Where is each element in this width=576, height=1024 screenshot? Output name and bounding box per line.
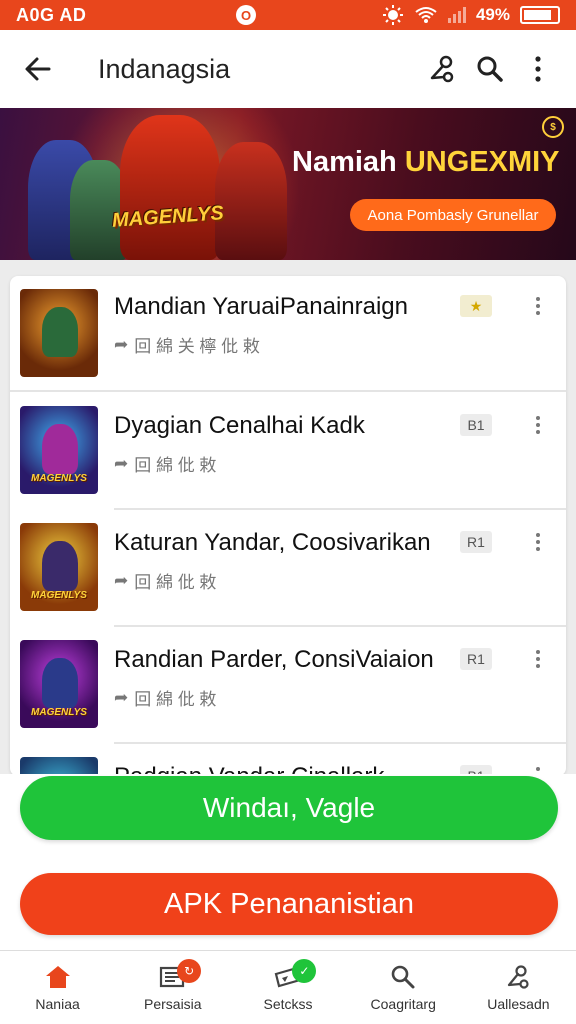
bottom-navigation: Naniaa ↻ Persaisia ✓ Setckss Coagritarg bbox=[0, 950, 576, 1024]
item-title: Randian Parder, ConsiVaiaion bbox=[114, 646, 434, 673]
item-title: Mandian YaruaiPanainraign bbox=[114, 293, 408, 320]
item-meta-text: 回 綿 关 檸 仳 敕 bbox=[134, 337, 260, 356]
item-meta-text: 回 綿 仳 敕 bbox=[134, 456, 217, 475]
thumbnail-logo-graphic: MAGENLYS bbox=[31, 473, 87, 484]
search-button[interactable] bbox=[466, 45, 514, 93]
battery-fill bbox=[524, 10, 552, 20]
search-icon bbox=[391, 965, 415, 988]
item-meta-text: 回 綿 仳 敕 bbox=[134, 690, 217, 709]
game-thumbnail: MAGENLYS bbox=[20, 406, 98, 494]
game-thumbnail: MAGENLYS bbox=[20, 640, 98, 728]
game-list: Mandian YaruaiPanainraign ➦ 回 綿 关 檸 仳 敕 … bbox=[10, 276, 566, 776]
tag-icon: ➦ bbox=[114, 687, 129, 707]
list-item[interactable]: MAGENLYS Dyagian Cenalhai Kadk ➦ 回 綿 仳 敕… bbox=[10, 393, 566, 510]
tag-icon: ➦ bbox=[114, 570, 129, 590]
item-meta-text: 回 綿 仳 敕 bbox=[134, 573, 217, 592]
banner-title-main: Namiah bbox=[292, 146, 405, 178]
thumbnail-figure bbox=[42, 658, 78, 708]
search-icon bbox=[477, 56, 503, 82]
thumbnail-figure bbox=[42, 307, 78, 357]
item-badge: B1 bbox=[460, 414, 492, 436]
nav-item-news[interactable]: ↻ Persaisia bbox=[115, 951, 230, 1024]
item-badge: ★ bbox=[460, 295, 492, 317]
nav-label: Uallesadn bbox=[487, 995, 550, 1012]
hero-figure-right bbox=[215, 142, 287, 260]
notification-badge-icon: ↻ bbox=[177, 959, 202, 983]
banner-title-accent: UNGEXMIY bbox=[404, 146, 560, 178]
thumbnail-figure bbox=[42, 424, 78, 474]
nav-label: Setckss bbox=[263, 995, 313, 1012]
banner-badge-icon: $ bbox=[542, 116, 564, 138]
thumbnail-logo-graphic: MAGENLYS bbox=[31, 707, 87, 718]
brightness-icon bbox=[382, 5, 403, 25]
thumbnail-logo-graphic: MAGENLYS bbox=[31, 590, 87, 601]
item-title: Katuran Yandar, Coosivarikan bbox=[114, 529, 431, 556]
nav-label: Persaisia bbox=[144, 995, 202, 1012]
hero-figure-center bbox=[120, 115, 220, 260]
tag-icon: ➦ bbox=[114, 453, 129, 473]
item-badge: R1 bbox=[460, 648, 492, 670]
more-options-button[interactable] bbox=[514, 45, 562, 93]
nav-label: Coagritarg bbox=[370, 995, 436, 1012]
list-item[interactable]: MAGENLYS Randian Parder, ConsiVaiaion ➦ … bbox=[10, 627, 566, 744]
primary-action-button[interactable]: Windaı, Vagle bbox=[20, 776, 558, 840]
battery-icon bbox=[520, 6, 560, 24]
item-title: Dyagian Cenalhai Kadk bbox=[114, 412, 365, 439]
app-bar: Indanagsia bbox=[0, 30, 576, 108]
link-icon bbox=[508, 964, 530, 989]
item-meta: ➦ 回 綿 仳 敕 bbox=[114, 451, 216, 476]
wifi-icon bbox=[415, 7, 437, 23]
arrow-left-icon bbox=[25, 57, 51, 81]
thumbnail-figure bbox=[42, 541, 78, 591]
share-button[interactable] bbox=[418, 45, 466, 93]
notification-badge-icon: ✓ bbox=[292, 959, 317, 983]
item-more-button[interactable] bbox=[528, 292, 548, 320]
status-time: A0G AD bbox=[16, 4, 87, 25]
nav-item-home[interactable]: Naniaa bbox=[0, 951, 115, 1024]
divider bbox=[10, 390, 566, 392]
item-meta: ➦ 回 綿 仳 敕 bbox=[114, 568, 216, 593]
signal-icon bbox=[447, 7, 466, 23]
nav-item-profile[interactable]: Uallesadn bbox=[461, 951, 576, 1024]
page-title: Indanagsia bbox=[98, 53, 231, 84]
status-bar: A0G AD O 49% bbox=[0, 0, 576, 30]
list-item[interactable]: Mandian YaruaiPanainraign ➦ 回 綿 关 檸 仳 敕 … bbox=[10, 276, 566, 393]
home-icon bbox=[45, 965, 70, 988]
nav-item-tickets[interactable]: ✓ Setckss bbox=[230, 951, 345, 1024]
more-vertical-icon bbox=[535, 56, 541, 82]
item-more-button[interactable] bbox=[528, 411, 548, 439]
banner-cta-button[interactable]: Aona Pombasly Grunellar bbox=[350, 199, 556, 231]
game-thumbnail: MAGENLYS bbox=[20, 523, 98, 611]
battery-percent: 49% bbox=[475, 5, 510, 24]
banner-title: Namiah UNGEXMIY bbox=[292, 146, 560, 179]
apk-download-button[interactable]: APK Penananistian bbox=[20, 873, 558, 935]
game-thumbnail bbox=[20, 289, 98, 377]
nav-label: Naniaa bbox=[35, 995, 80, 1012]
list-item[interactable]: MAGENLYS Katuran Yandar, Coosivarikan ➦ … bbox=[10, 510, 566, 627]
item-meta: ➦ 回 綿 仳 敕 bbox=[114, 685, 216, 710]
item-meta: ➦ 回 綿 关 檸 仳 敕 bbox=[114, 332, 260, 357]
item-more-button[interactable] bbox=[528, 528, 548, 556]
list-item[interactable]: Padgian Vandar Cinallark B1 bbox=[10, 744, 566, 776]
notification-icon: O bbox=[236, 5, 256, 25]
item-badge: R1 bbox=[460, 531, 492, 553]
nav-item-search[interactable]: Coagritarg bbox=[346, 951, 461, 1024]
item-more-button[interactable] bbox=[528, 645, 548, 673]
status-icons: 49% bbox=[382, 4, 560, 26]
tag-icon: ➦ bbox=[114, 334, 129, 354]
link-icon bbox=[430, 55, 454, 83]
back-button[interactable] bbox=[20, 45, 56, 93]
promo-banner[interactable]: MAGENLYS Namiah UNGEXMIY Aona Pombasly G… bbox=[0, 108, 576, 260]
